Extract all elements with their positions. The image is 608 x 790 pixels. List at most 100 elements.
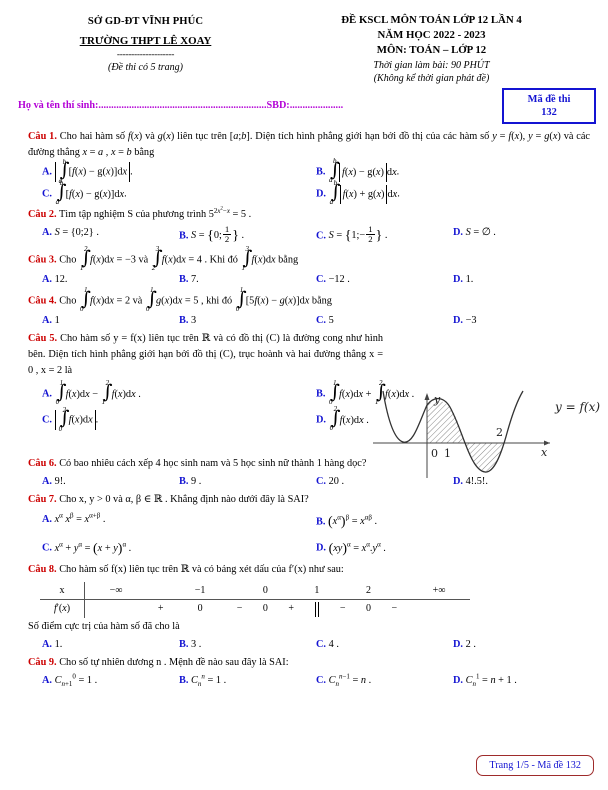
sbd-dots[interactable]: ..................... xyxy=(290,100,343,111)
q7-option-b[interactable]: B. (xα)β = xαβ . xyxy=(316,512,590,533)
sign-table-sign-4: + xyxy=(288,603,294,615)
q1-option-a[interactable]: A. ∫ b a [f(x) − g(x)]dx. xyxy=(42,158,316,185)
q3-option-b[interactable]: B. 7. xyxy=(179,272,316,288)
q8-option-d[interactable]: D. 2 . xyxy=(453,637,590,653)
sign-table-row-label-fprime: f′(x) xyxy=(40,599,85,618)
q1-option-c-expr: ∫ b a [f(x) − g(x)]dx xyxy=(55,179,125,207)
question-7-label: Câu 7. xyxy=(28,494,57,506)
question-5-stem: Câu 5. Cho hàm số y = f(x) liên tục trên… xyxy=(28,331,383,378)
school-name: TRƯỜNG THPT LÊ XOAY xyxy=(79,35,212,47)
q4-option-d-letter: D. xyxy=(453,314,464,326)
q7-option-a-expr: xα xβ = xα+β . xyxy=(54,511,106,526)
q8-option-c[interactable]: C. 4 . xyxy=(316,637,453,653)
q2-option-c[interactable]: C. S = {1;− 1 2} . xyxy=(316,223,453,247)
q3-option-a[interactable]: A. 12. xyxy=(42,272,179,288)
q8-option-b-value: 3 . xyxy=(191,638,202,650)
q6-option-b-letter: B. xyxy=(179,475,189,487)
q7-option-d-letter: D. xyxy=(316,542,327,554)
question-3: Câu 3. Cho ∫ 2 1 f(x)dx = −3 và ∫ 3 2 f(x)dx =… xyxy=(28,245,590,288)
question-9: Câu 9. Cho số tự nhiên dương n . Mệnh đề… xyxy=(28,655,590,688)
q4-option-d[interactable]: D. −3 xyxy=(453,313,590,329)
q9-option-a[interactable]: A. Cn+10 = 1 . xyxy=(42,673,179,689)
q5-option-a[interactable]: A. ∫ 1 0 f(x)dx − ∫ 2 1 f(x)dx . xyxy=(42,379,316,406)
question-2-label: Câu 2. xyxy=(28,209,57,221)
question-2: Câu 2. Tìm tập nghiệm S của phương trình… xyxy=(28,207,590,247)
q1-option-d-letter: D. xyxy=(316,188,327,200)
question-1-options-row1: A. ∫ b a [f(x) − g(x)]dx. B. ∫ b a f(x) − g(x)… xyxy=(28,157,590,185)
q1-option-c-letter: C. xyxy=(42,188,53,200)
q4-option-c-letter: C. xyxy=(316,314,327,326)
q6-option-b[interactable]: B. 9 . xyxy=(179,474,316,490)
name-label-text: Họ và tên thí sinh: xyxy=(18,100,99,111)
q6-text: Có bao nhiêu cách xếp 4 học sinh nam và … xyxy=(59,458,367,470)
q3-option-d[interactable]: D. 1. xyxy=(453,272,590,288)
exam-code-box: Mã đề thi 132 xyxy=(502,88,596,124)
q8-option-a[interactable]: A. 1. xyxy=(42,637,179,653)
q8-option-c-letter: C. xyxy=(316,638,327,650)
q1-option-c[interactable]: C. ∫ b a [f(x) − g(x)]dx. xyxy=(42,179,316,207)
exam-title: ĐỀ KSCL MÔN TOÁN LỚP 12 LẦN 4 xyxy=(341,14,522,26)
q9-option-d[interactable]: D. Cn1 = n + 1 . xyxy=(453,673,590,689)
question-1: Câu 1. Cho hai hàm số f(x) và g(x) liên … xyxy=(28,129,590,207)
question-7-stem: Câu 7. Cho x, y > 0 và α, β ∈ ℝ . Khẳng … xyxy=(28,492,590,508)
q1-text-e: bằng xyxy=(131,146,155,158)
q1-option-a-expr: ∫ b a [f(x) − g(x)]dx xyxy=(54,158,131,185)
q7-option-b-expr: (xα)β = xαβ . xyxy=(328,514,378,531)
q1-option-a-letter: A. xyxy=(42,166,53,178)
sign-table-x-4: 2 xyxy=(356,582,381,600)
question-3-label: Câu 3. xyxy=(28,254,57,266)
q7-option-a[interactable]: A. xα xβ = xα+β . xyxy=(42,512,316,533)
q6-option-a[interactable]: A. 9!. xyxy=(42,474,179,490)
question-8-label: Câu 8. xyxy=(28,564,57,576)
page-footer: Trang 1/5 - Mã đề 132 xyxy=(476,755,594,776)
q7-option-a-letter: A. xyxy=(42,514,53,526)
q1-option-d-expr: ∫ b a f(x) + g(x) dx xyxy=(329,179,398,207)
q3-option-c-letter: C. xyxy=(316,273,327,285)
q2-option-c-expr: S = {1;− 1 2} . xyxy=(328,223,388,245)
q9-option-b-expr: Cnn = 1 . xyxy=(191,672,227,688)
q3-option-a-value: 12. xyxy=(54,273,68,285)
q3-option-a-letter: A. xyxy=(42,273,53,285)
q8-option-d-letter: D. xyxy=(453,638,464,650)
q3-option-c-value: −12 . xyxy=(328,273,350,285)
q9-text: Cho số tự nhiên dương n . Mệnh đề nào sa… xyxy=(59,657,289,669)
q3-option-c[interactable]: C. −12 . xyxy=(316,272,453,288)
tick-label-one: 1 xyxy=(444,447,451,460)
name-dots[interactable]: ........................................… xyxy=(98,100,266,111)
q2-option-a-expr: S = {0;2} . xyxy=(54,226,99,238)
q8-option-a-value: 1. xyxy=(54,638,63,650)
department-name: SỞ GD-ĐT VĨNH PHÚC xyxy=(87,16,204,27)
question-7-options-row2: C. xα + yα = (x + y)α . D. (xy)α = xα.yα… xyxy=(28,538,590,559)
q8-option-c-value: 4 . xyxy=(328,638,339,650)
q1-option-d[interactable]: D. ∫ b a f(x) + g(x) dx. xyxy=(316,179,590,207)
graph-svg: y x 0 1 2 y = f(x) xyxy=(373,390,600,478)
tick-label-zero: 0 xyxy=(431,447,438,460)
q1-option-b[interactable]: B. ∫ b a f(x) − g(x) dx. xyxy=(316,157,590,184)
q1-option-b-letter: B. xyxy=(316,166,326,178)
q2-option-d[interactable]: D. S = ∅ . xyxy=(453,225,590,247)
subject-line: MÔN: TOÁN – LỚP 12 xyxy=(376,44,487,56)
q4-option-b[interactable]: B. 3 xyxy=(179,313,316,329)
q3-option-b-value: 7. xyxy=(191,273,199,285)
q9-option-b[interactable]: B. Cnn = 1 . xyxy=(179,673,316,689)
sign-table-x-2: 0 xyxy=(253,582,278,600)
q8-option-a-letter: A. xyxy=(42,638,53,650)
pages-note: (Đề thi có 5 trang) xyxy=(108,62,183,73)
q9-option-d-letter: D. xyxy=(453,674,464,686)
q7-option-d[interactable]: D. (xy)α = xα.yα . xyxy=(316,538,590,559)
q9-option-c-expr: Cnn−1 = n . xyxy=(328,672,372,688)
q8-option-b[interactable]: B. 3 . xyxy=(179,637,316,653)
q9-option-a-letter: A. xyxy=(42,674,53,686)
sbd-label-text: SBD: xyxy=(266,100,290,111)
q9-option-c[interactable]: C. Cnn−1 = n . xyxy=(316,673,453,689)
question-1-stem: Câu 1. Cho hai hàm số f(x) và g(x) liên … xyxy=(28,131,590,158)
y-axis-label: y xyxy=(433,393,441,406)
q4-option-a[interactable]: A. 1 xyxy=(42,313,179,329)
q7-option-c[interactable]: C. xα + yα = (x + y)α . xyxy=(42,538,316,559)
q5-option-c[interactable]: C. ∫ 2 0 f(x)dx. xyxy=(42,406,316,433)
tick-label-two: 2 xyxy=(496,426,503,439)
q4-option-c[interactable]: C. 5 xyxy=(316,313,453,329)
question-9-label: Câu 9. xyxy=(28,657,57,669)
q5-option-c-letter: C. xyxy=(42,414,53,426)
q1-text-a: Cho hai hàm số xyxy=(59,131,128,142)
